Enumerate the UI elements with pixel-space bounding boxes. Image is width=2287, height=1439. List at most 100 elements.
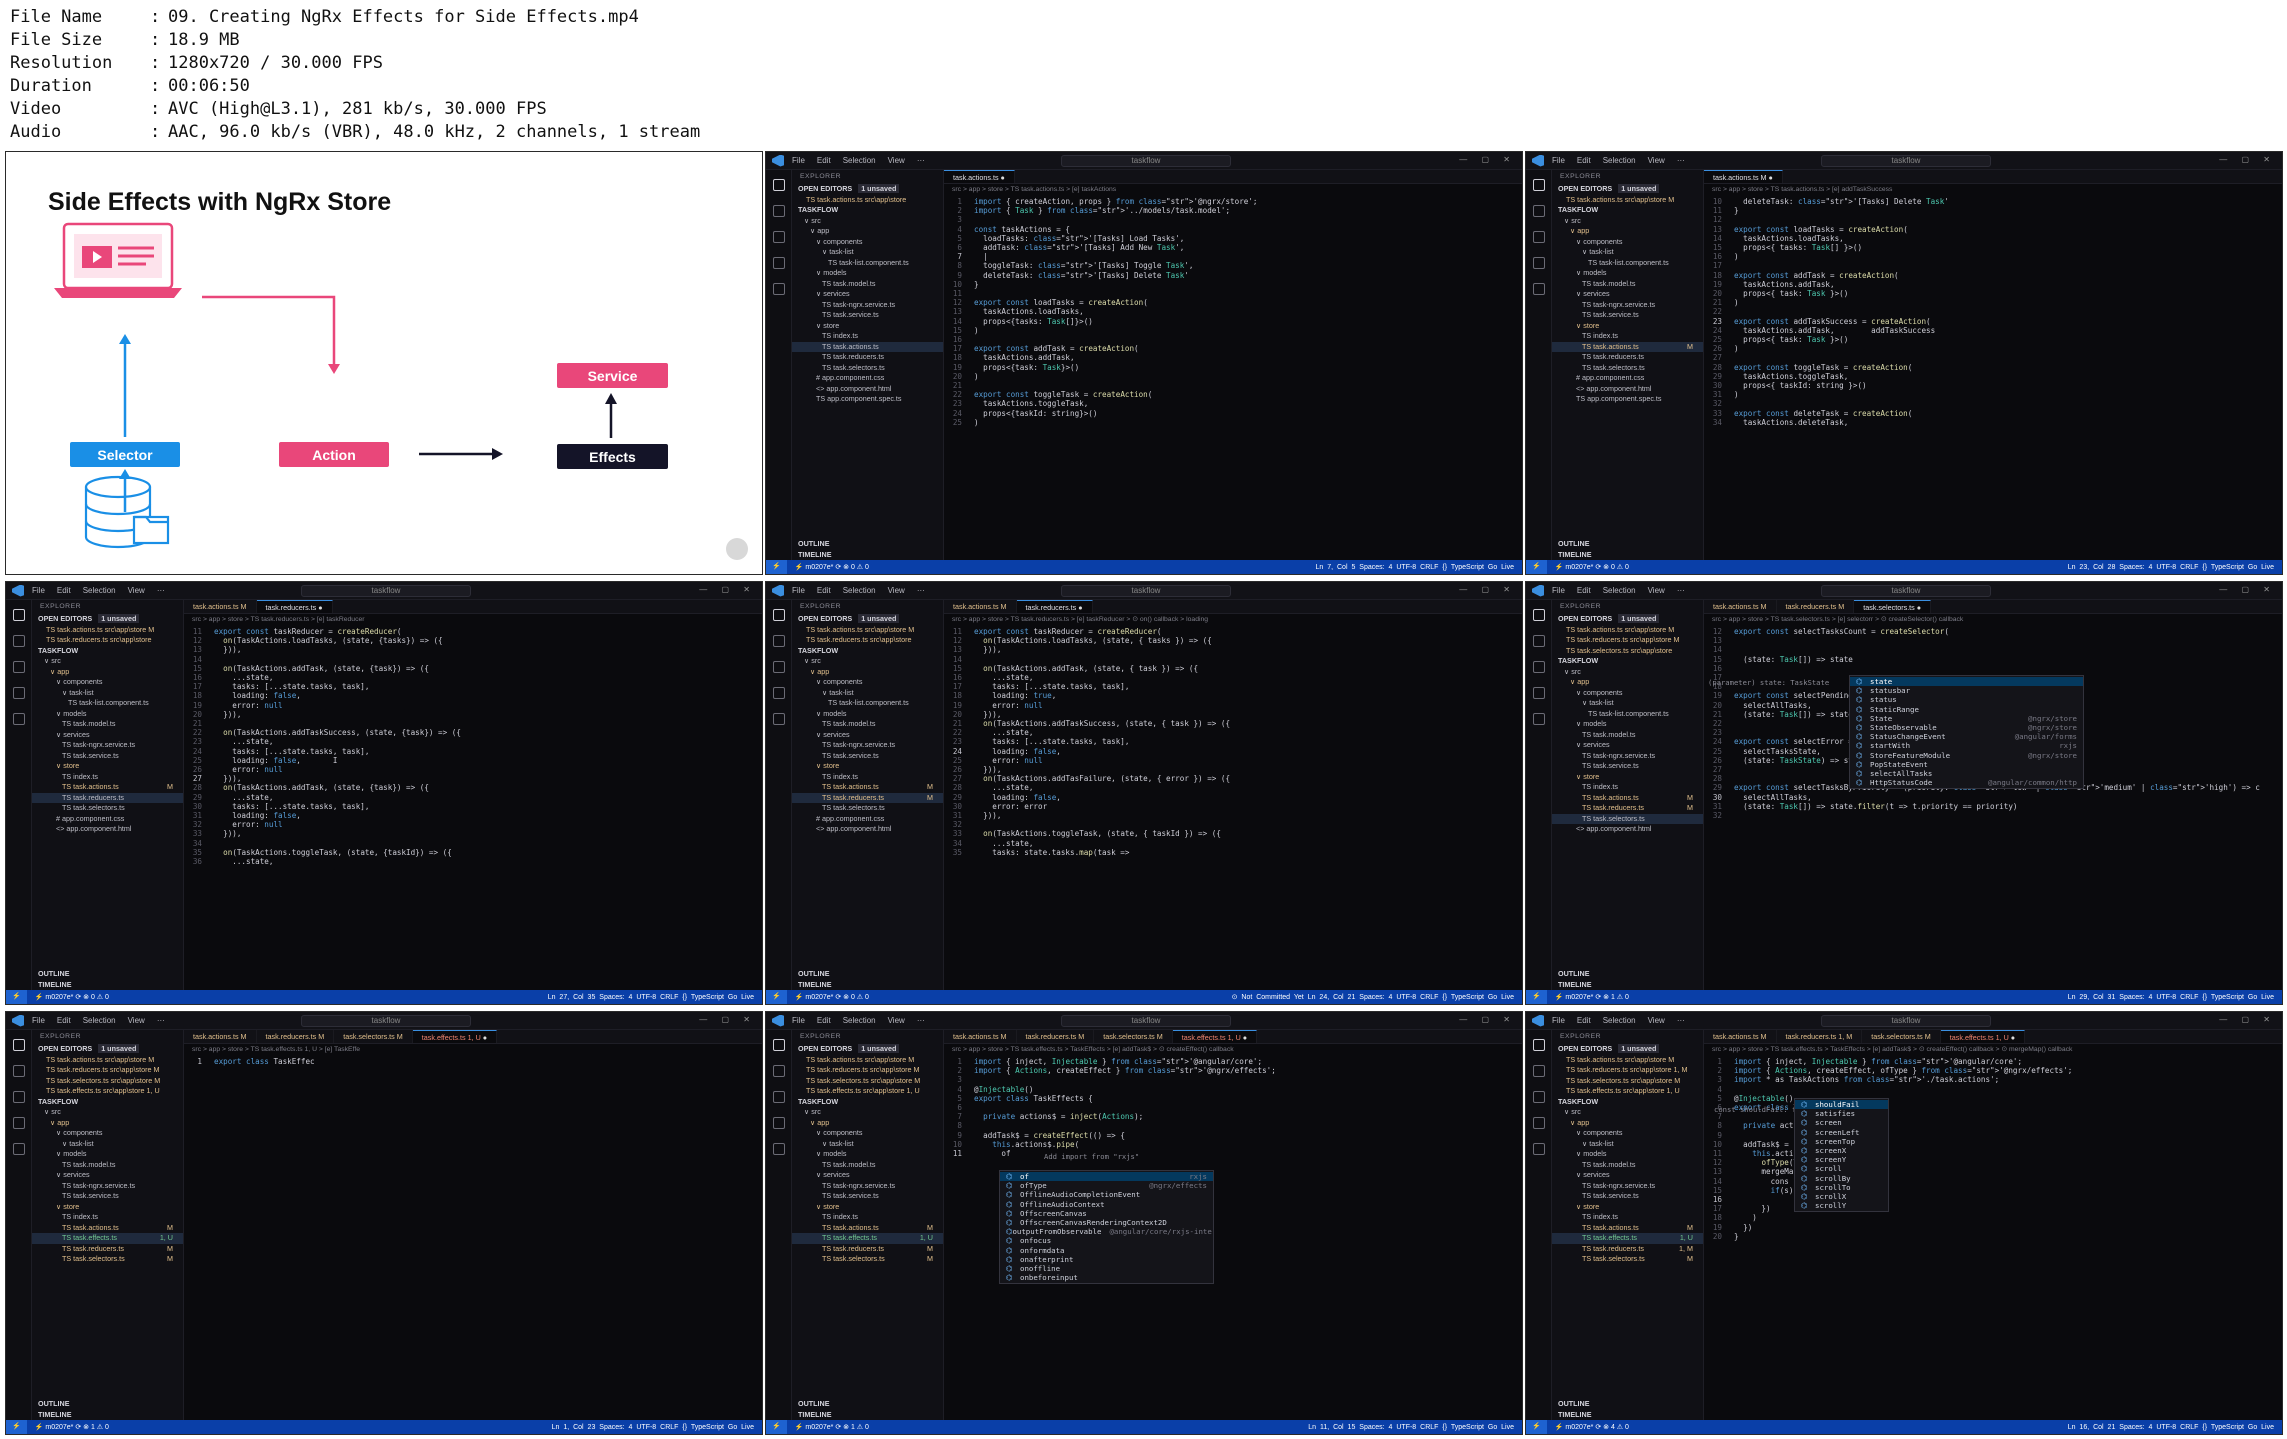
open-editors-header[interactable]: OPEN EDITORS 1 unsaved — [1552, 1044, 1703, 1055]
tree-item[interactable]: ∨ src — [32, 656, 183, 667]
tree-item[interactable]: TS index.ts — [1552, 782, 1703, 793]
tree-item[interactable]: TS task.reducers.ts 1, M — [1552, 1244, 1703, 1255]
editor-tab[interactable]: task.actions.ts M — [1704, 1030, 1777, 1043]
open-editor-item[interactable]: TS task.selectors.ts src\app\store — [1552, 646, 1703, 657]
tree-item[interactable]: TS index.ts — [792, 772, 943, 783]
tree-item[interactable]: TS index.ts — [32, 1212, 183, 1223]
suggestion-item[interactable]: ⌬ status — [1850, 695, 2083, 704]
menu-item[interactable]: Edit — [817, 156, 831, 165]
run-debug-icon[interactable] — [1533, 257, 1545, 269]
open-editor-item[interactable]: TS task.selectors.ts src\app\store M — [1552, 1076, 1703, 1087]
tree-item[interactable]: ∨ app — [1552, 226, 1703, 237]
menu-item[interactable]: File — [32, 1016, 45, 1025]
editor-tab[interactable]: task.selectors.ts M — [334, 1030, 413, 1043]
command-search[interactable]: taskflow — [1061, 155, 1231, 167]
breadcrumb[interactable]: src > app > store > TS task.effects.ts >… — [944, 1044, 1522, 1055]
breadcrumb[interactable]: src > app > store > TS task.reducers.ts … — [184, 614, 762, 625]
open-editor-item[interactable]: TS task.selectors.ts src\app\store M — [792, 1076, 943, 1087]
tree-item[interactable]: ∨ app — [1552, 1118, 1703, 1129]
suggestion-item[interactable]: ⌬ OffscreenCanvas — [1000, 1209, 1213, 1218]
explorer-icon[interactable] — [773, 179, 785, 191]
remote-indicator[interactable]: ⚡ — [766, 990, 787, 1004]
window-controls[interactable]: — ▢ ✕ — [2219, 1015, 2276, 1024]
tree-item[interactable]: TS task-list.component.ts — [792, 258, 943, 269]
source-control-icon[interactable] — [773, 231, 785, 243]
timeline-section[interactable]: TIMELINE — [1552, 1410, 1703, 1421]
window-controls[interactable]: — ▢ ✕ — [1459, 155, 1516, 164]
suggestion-item[interactable]: ⌬ State @ngrx/store — [1850, 714, 2083, 723]
remote-indicator[interactable]: ⚡ — [1526, 1420, 1547, 1434]
suggestion-item[interactable]: ⌬ scrollTo — [1795, 1183, 1888, 1192]
suggestion-item[interactable]: ⌬ onfocus — [1000, 1236, 1213, 1245]
code-editor[interactable]: 1 import { createAction, props } from cla… — [944, 195, 1522, 427]
status-left[interactable]: ⚡ m0207e* ⟳ ⊗ 1 ⚠ 0 — [1555, 993, 1629, 1001]
tree-item[interactable]: TS task.service.ts — [792, 310, 943, 321]
menu-item[interactable]: File — [792, 586, 805, 595]
menu-item[interactable]: ··· — [157, 586, 165, 595]
tree-item[interactable]: TS task.model.ts — [1552, 730, 1703, 741]
tree-item[interactable]: ∨ src — [32, 1107, 183, 1118]
tree-item[interactable]: ∨ store — [1552, 321, 1703, 332]
suggestion-item[interactable]: ⌬ shouldFail — [1795, 1100, 1888, 1110]
tree-item[interactable]: TS task-list.component.ts — [792, 698, 943, 709]
open-editor-item[interactable]: TS task.reducers.ts src\app\store M — [792, 1065, 943, 1076]
remote-indicator[interactable]: ⚡ — [766, 1420, 787, 1434]
tree-item[interactable]: TASKFLOW — [1552, 205, 1703, 216]
tree-item[interactable]: ∨ src — [792, 656, 943, 667]
search-icon[interactable] — [13, 635, 25, 647]
editor-tab[interactable]: task.reducers.ts ● — [256, 600, 333, 613]
open-editor-item[interactable]: TS task.reducers.ts src\app\store M — [1552, 635, 1703, 646]
tree-item[interactable]: ∨ store — [32, 761, 183, 772]
menu-item[interactable]: Edit — [817, 1016, 831, 1025]
tree-item[interactable]: TASKFLOW — [1552, 1097, 1703, 1108]
tree-item[interactable]: TS task-list.component.ts — [1552, 709, 1703, 720]
menu-item[interactable]: ··· — [1677, 156, 1685, 165]
tree-item[interactable]: TS task.service.ts — [792, 1191, 943, 1202]
suggestion-item[interactable]: ⌬ HttpStatusCode @angular/common/http — [1850, 778, 2083, 787]
extensions-icon[interactable] — [13, 1143, 25, 1155]
tree-item[interactable]: TS index.ts — [792, 1212, 943, 1223]
tree-item[interactable]: ∨ models — [1552, 719, 1703, 730]
command-search[interactable]: taskflow — [1061, 1015, 1231, 1027]
suggestion-item[interactable]: ⌬ OfflineAudioCompletionEvent — [1000, 1190, 1213, 1199]
open-editor-item[interactable]: TS task.reducers.ts src\app\store — [792, 635, 943, 646]
source-control-icon[interactable] — [13, 661, 25, 673]
tree-item[interactable]: TS task.selectors.ts — [792, 803, 943, 814]
explorer-icon[interactable] — [1533, 179, 1545, 191]
status-left[interactable]: ⚡ m0207e* ⟳ ⊗ 0 ⚠ 0 — [1555, 563, 1629, 571]
tree-item[interactable]: ∨ store — [1552, 772, 1703, 783]
tree-item[interactable]: TS index.ts — [1552, 1212, 1703, 1223]
window-controls[interactable]: — ▢ ✕ — [2219, 585, 2276, 594]
suggestion-item[interactable]: ⌬ selectAllTasks — [1850, 769, 2083, 778]
tree-item[interactable]: TASKFLOW — [792, 1097, 943, 1108]
suggestion-item[interactable]: ⌬ screen — [1795, 1118, 1888, 1127]
remote-indicator[interactable]: ⚡ — [1526, 990, 1547, 1004]
menu-item[interactable]: Selection — [1603, 1016, 1636, 1025]
suggestion-item[interactable]: ⌬ StateObservable @ngrx/store — [1850, 723, 2083, 732]
menu-item[interactable]: ··· — [1677, 586, 1685, 595]
tree-item[interactable]: TS task.model.ts — [1552, 279, 1703, 290]
suggestion-item[interactable]: ⌬ onformdata — [1000, 1246, 1213, 1255]
tree-item[interactable]: ∨ components — [1552, 237, 1703, 248]
tree-item[interactable]: TS task.selectors.ts — [32, 803, 183, 814]
status-left[interactable]: ⚡ m0207e* ⟳ ⊗ 1 ⚠ 0 — [795, 1423, 869, 1431]
outline-section[interactable]: OUTLINE — [1552, 1399, 1703, 1410]
menu-item[interactable]: File — [1552, 586, 1565, 595]
tree-item[interactable]: <> app.component.html — [32, 824, 183, 835]
editor-tab[interactable]: task.reducers.ts M — [1777, 600, 1855, 613]
tree-item[interactable]: TS task-ngrx.service.ts — [1552, 300, 1703, 311]
editor-tab[interactable]: task.actions.ts M — [1704, 600, 1777, 613]
suggestion-item[interactable]: ⌬ OfflineAudioContext — [1000, 1200, 1213, 1209]
suggestion-item[interactable]: ⌬ StaticRange — [1850, 705, 2083, 714]
source-control-icon[interactable] — [13, 1091, 25, 1103]
extensions-icon[interactable] — [1533, 283, 1545, 295]
editor-tab[interactable]: task.reducers.ts ● — [1016, 600, 1093, 613]
tree-item[interactable]: ∨ app — [792, 667, 943, 678]
suggestion-item[interactable]: ⌬ OffscreenCanvasRenderingContext2D — [1000, 1218, 1213, 1227]
breadcrumb[interactable]: src > app > store > TS task.actions.ts >… — [944, 184, 1522, 195]
menu-item[interactable]: Selection — [1603, 156, 1636, 165]
tree-item[interactable]: TS task.reducers.ts — [1552, 352, 1703, 363]
run-debug-icon[interactable] — [1533, 1117, 1545, 1129]
suggestion-item[interactable]: ⌬ screenTop — [1795, 1137, 1888, 1146]
tree-item[interactable]: TS task.reducers.ts M — [32, 1244, 183, 1255]
